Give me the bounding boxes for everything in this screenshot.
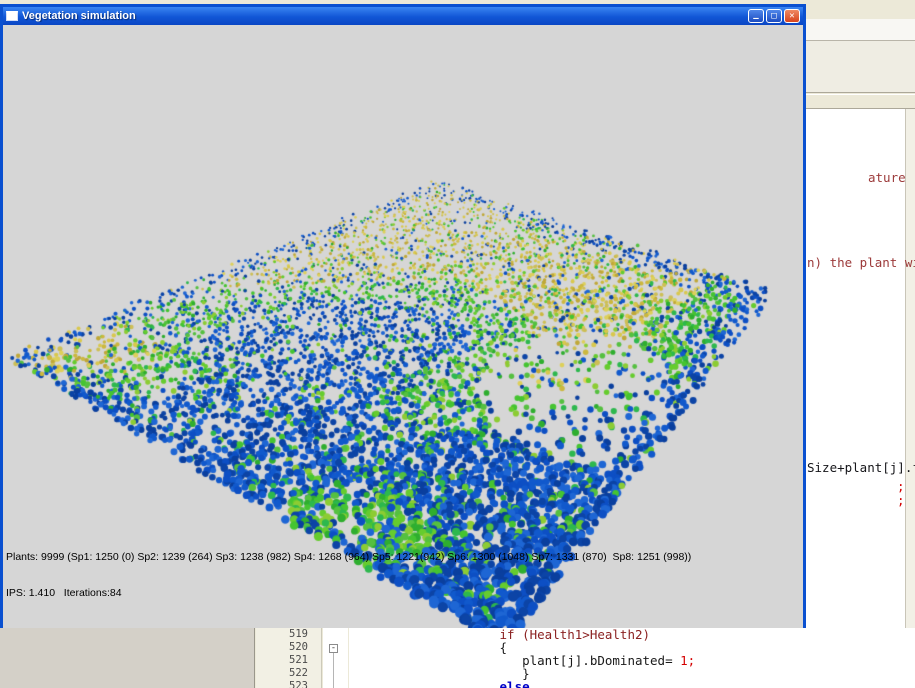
line-number: 522 xyxy=(256,667,321,680)
ide-panel-band xyxy=(805,41,915,92)
window-titlebar[interactable]: Vegetation simulation — □ ✕ xyxy=(3,7,803,25)
simulation-status: Plants: 9999 (Sp1: 1250 (0) Sp2: 1239 (2… xyxy=(6,527,691,623)
minimize-button[interactable]: — xyxy=(748,9,764,23)
maximize-button[interactable]: □ xyxy=(766,9,782,23)
line-number: 520 xyxy=(256,641,321,654)
fold-line xyxy=(333,653,334,688)
ide-header-band xyxy=(805,95,915,109)
line-number: 519 xyxy=(256,628,321,641)
application-icon xyxy=(6,11,18,21)
code-editor-right-pane[interactable] xyxy=(805,109,915,628)
editor-scrollbar[interactable] xyxy=(905,109,915,628)
code-fold-margin: - xyxy=(323,628,348,688)
ide-toolbar-band xyxy=(805,19,915,41)
desktop: { "window": { "title": "Vegetation simul… xyxy=(0,0,915,688)
line-number: 521 xyxy=(256,654,321,667)
code-line: else xyxy=(349,680,915,688)
window-title: Vegetation simulation xyxy=(22,10,746,22)
fold-marker-icon[interactable]: - xyxy=(329,644,338,653)
line-number-gutter: 519520521522523 xyxy=(256,628,322,688)
code-editor-bottom[interactable]: if (Health1>Health2) { plant[j].bDominat… xyxy=(349,628,915,688)
status-ips: IPS: 1.410 Iterations:84 xyxy=(6,587,691,599)
status-plants: Plants: 9999 (Sp1: 1250 (0) Sp2: 1239 (2… xyxy=(6,551,691,563)
line-number: 523 xyxy=(256,680,321,688)
vegetation-simulation-window: Vegetation simulation — □ ✕ Plants: 9999… xyxy=(0,4,806,628)
close-button[interactable]: ✕ xyxy=(784,9,800,23)
ide-bottom-panel xyxy=(0,628,255,688)
